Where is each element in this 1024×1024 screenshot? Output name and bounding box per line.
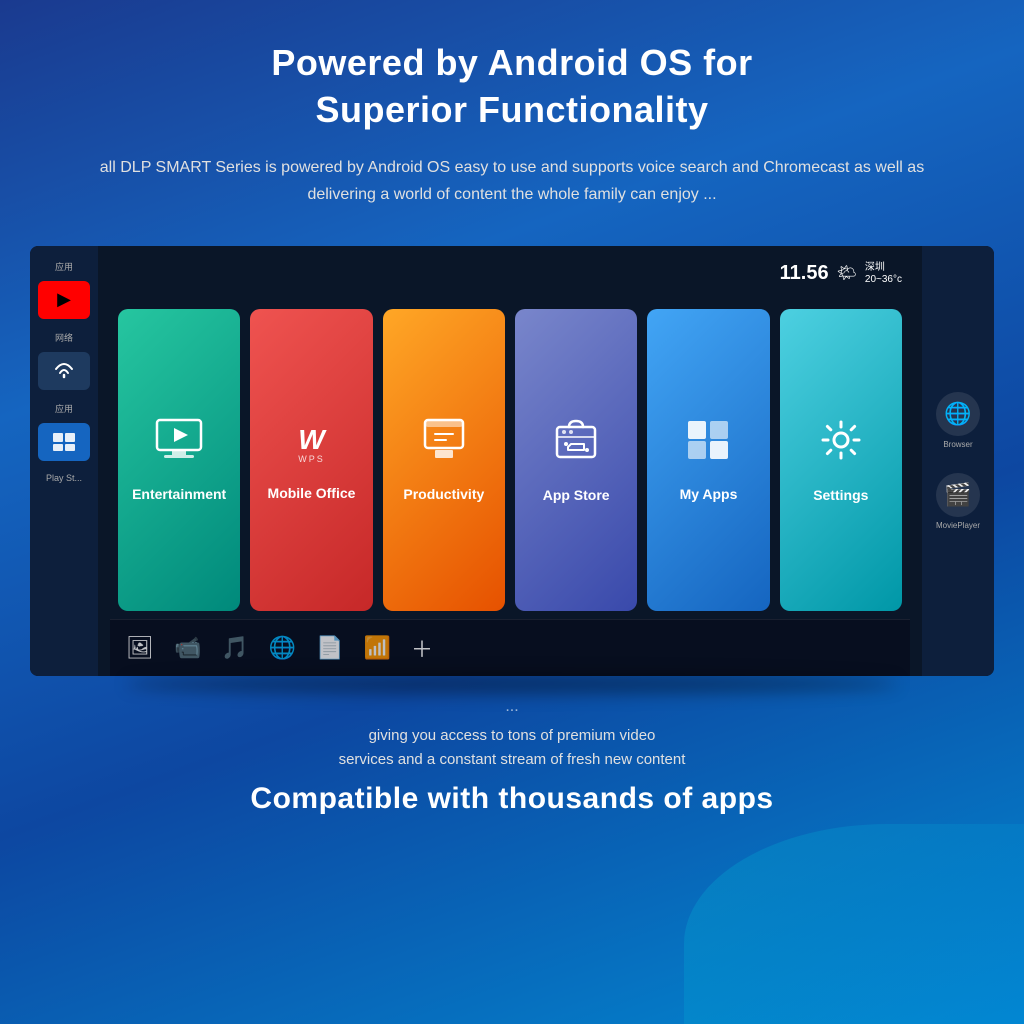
- left-sidebar: 应用 ▶ 网络 应用: [30, 246, 98, 676]
- app-grid: Entertainment W WPS Mobile Office: [110, 291, 910, 619]
- subtitle-text: all DLP SMART Series is powered by Andro…: [82, 154, 942, 208]
- toolbar-docs-icon[interactable]: 📄: [316, 635, 343, 661]
- app-card-appstore[interactable]: App Store: [515, 309, 637, 611]
- mobile-office-label: Mobile Office: [268, 485, 356, 501]
- app-card-mobile-office[interactable]: W WPS Mobile Office: [250, 309, 372, 611]
- toolbar-video-icon[interactable]: 📹: [174, 635, 201, 661]
- wifi-app[interactable]: [35, 352, 93, 390]
- play-store-label: Play St...: [35, 473, 93, 483]
- entertainment-label: Entertainment: [132, 486, 226, 502]
- weather-icon: 🌤: [837, 263, 857, 283]
- settings-icon: [818, 417, 864, 473]
- browser-label: Browser: [943, 440, 972, 449]
- bottom-text: giving you access to tons of premium vid…: [80, 724, 944, 772]
- productivity-label: Productivity: [403, 486, 484, 502]
- main-title: Powered by Android OS for Superior Funct…: [80, 40, 944, 134]
- sidebar-label-3: 应用: [35, 402, 93, 415]
- tv-screen-wrapper: 应用 ▶ 网络 应用: [30, 246, 994, 676]
- tv-screen: 应用 ▶ 网络 应用: [30, 246, 994, 676]
- entertainment-icon: [154, 418, 204, 472]
- temperature: 20~36°c: [865, 274, 902, 285]
- dots-1: ...: [80, 698, 944, 716]
- wps-logo: W WPS: [285, 419, 337, 471]
- app-card-entertainment[interactable]: Entertainment: [118, 309, 240, 611]
- screen-reflection: [126, 674, 897, 694]
- browser-app[interactable]: 🌐 Browser: [936, 392, 980, 449]
- top-section: Powered by Android OS for Superior Funct…: [0, 0, 1024, 228]
- toolbar-wifi-icon[interactable]: 📶: [364, 635, 391, 661]
- city-name: 深圳: [865, 262, 902, 274]
- bottom-section: ... giving you access to tons of premium…: [0, 676, 1024, 826]
- sidebar-label-2: 网络: [35, 331, 93, 344]
- right-sidebar: 🌐 Browser 🎬 MoviePlayer: [922, 246, 994, 676]
- time-display: 11.56: [780, 262, 829, 285]
- sidebar-label-1: 应用: [35, 260, 93, 273]
- mobile-office-icon: W WPS: [285, 419, 337, 471]
- myapps-icon: [685, 418, 731, 472]
- movie-player-label: MoviePlayer: [936, 521, 980, 530]
- browser-icon: 🌐: [936, 392, 980, 436]
- store-icon: [38, 423, 90, 461]
- wifi-icon: [38, 352, 90, 390]
- time-weather: 11.56 🌤 深圳 20~36°c: [780, 262, 902, 285]
- appstore-label: App Store: [543, 487, 610, 503]
- app-card-settings[interactable]: Settings: [780, 309, 902, 611]
- main-area: 11.56 🌤 深圳 20~36°c: [98, 246, 922, 676]
- youtube-icon: ▶: [38, 281, 90, 319]
- top-bar: 11.56 🌤 深圳 20~36°c: [110, 256, 910, 291]
- bottom-title: Compatible with thousands of apps: [80, 782, 944, 816]
- decorative-blob: [684, 824, 1024, 1024]
- movie-player-app[interactable]: 🎬 MoviePlayer: [936, 473, 980, 530]
- settings-label: Settings: [813, 487, 868, 503]
- bottom-toolbar: 🖼 📹 🎵 🌐 📄 📶 ＋: [110, 619, 910, 676]
- toolbar-browser-icon[interactable]: 🌐: [269, 635, 296, 661]
- toolbar-music-icon[interactable]: 🎵: [221, 635, 248, 661]
- app-card-productivity[interactable]: Productivity: [383, 309, 505, 611]
- movie-player-icon: 🎬: [936, 473, 980, 517]
- appstore-icon: [553, 417, 599, 473]
- toolbar-gallery-icon[interactable]: 🖼: [126, 635, 154, 661]
- toolbar-add-icon[interactable]: ＋: [411, 632, 433, 664]
- store-app[interactable]: [35, 423, 93, 461]
- myapps-label: My Apps: [680, 486, 738, 502]
- weather-details: 深圳 20~36°c: [865, 262, 902, 285]
- productivity-icon: [421, 418, 467, 472]
- app-card-myapps[interactable]: My Apps: [647, 309, 769, 611]
- youtube-app[interactable]: ▶: [35, 281, 93, 319]
